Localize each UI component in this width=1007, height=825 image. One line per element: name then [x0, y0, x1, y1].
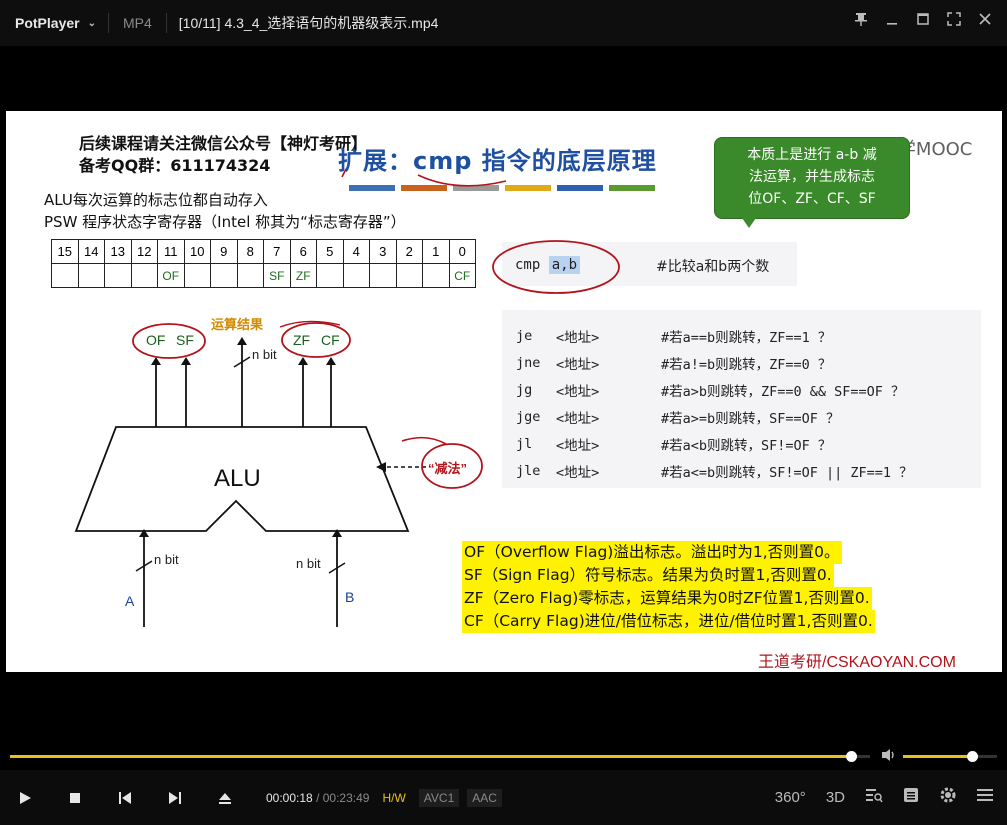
app-menu-button[interactable]: PotPlayer ⌄ [0, 15, 108, 31]
title-bar: PotPlayer ⌄ MP4 [10/11] 4.3_4_选择语句的机器级表示… [0, 0, 1007, 46]
volume-icon[interactable] [881, 748, 897, 766]
menu-icon[interactable] [977, 788, 993, 806]
volume-slider[interactable] [903, 751, 997, 762]
stop-icon [70, 792, 80, 803]
video-frame[interactable]: 后续课程请关注微信公众号【神灯考研】 备考QQ群：611174324 扩展：cm… [6, 111, 1002, 672]
time-separator: / [316, 790, 320, 805]
nbit-input-b-label: n bit [296, 556, 321, 571]
volume-handle[interactable] [966, 751, 978, 762]
flag-cf-label: CF [321, 332, 340, 348]
seek-area [0, 742, 1007, 770]
audio-codec-badge[interactable]: AAC [467, 788, 502, 807]
browse-icon[interactable] [865, 787, 883, 807]
flag-zf-label: ZF [293, 332, 311, 348]
seek-progress-fill [10, 755, 852, 758]
control-bar: 00:00:18 / 00:23:49 H/W AVC1 AAC 360° 3D [0, 770, 1007, 825]
next-button[interactable] [150, 778, 200, 818]
input-a-label: A [125, 593, 135, 609]
previous-button[interactable] [100, 778, 150, 818]
time-display: 00:00:18 / 00:23:49 [266, 791, 369, 805]
subtraction-label: “减法” [428, 461, 468, 476]
previous-icon [119, 791, 131, 804]
play-button[interactable] [0, 778, 50, 818]
hw-decode-badge[interactable]: H/W [377, 789, 410, 807]
window-title: [10/11] 4.3_4_选择语句的机器级表示.mp4 [178, 15, 439, 31]
app-name: PotPlayer [15, 15, 80, 31]
next-icon [169, 791, 181, 804]
current-time: 00:00:18 [266, 790, 313, 805]
seek-handle[interactable] [846, 751, 858, 762]
chevron-down-icon: ⌄ [87, 17, 96, 29]
stop-button[interactable] [50, 778, 100, 818]
video-codec-badge[interactable]: AVC1 [418, 788, 460, 807]
flag-definitions: OF（Overflow Flag)溢出标志。溢出时为1,否则置0。 SF（Sign… [462, 541, 875, 633]
play-icon [20, 791, 31, 804]
pin-icon[interactable] [853, 12, 869, 28]
3d-button[interactable]: 3D [826, 789, 845, 806]
flag-definition-line: ZF（Zero Flag)零标志，运算结果为0时ZF位置1,否则置0. [462, 587, 872, 610]
playlist-icon[interactable] [903, 787, 919, 807]
nbit-input-a-label: n bit [154, 552, 179, 567]
format-label: MP4 [123, 15, 152, 31]
fullscreen-icon[interactable] [946, 12, 962, 28]
total-time: 00:23:49 [322, 790, 370, 805]
flag-of-label: OF [146, 332, 166, 348]
flag-definition-line: CF（Carry Flag)进位/借位标志，进位/借位时置1,否则置0. [462, 610, 875, 633]
footer-brand: 王道考研/CSKAOYAN.COM [758, 654, 956, 671]
alu-label: ALU [214, 465, 261, 492]
seek-bar[interactable] [10, 751, 870, 762]
volume-fill [903, 755, 972, 758]
flag-definition-line: SF（Sign Flag）符号标志。结果为负时置1,否则置0. [462, 564, 834, 587]
flag-sf-label: SF [176, 332, 194, 348]
vr360-button[interactable]: 360° [775, 789, 806, 806]
close-icon[interactable] [977, 12, 993, 28]
input-b-label: B [345, 589, 355, 605]
minimize-icon[interactable] [884, 12, 900, 28]
flag-definition-line: OF（Overflow Flag)溢出标志。溢出时为1,否则置0。 [462, 541, 842, 564]
settings-gear-icon[interactable] [939, 786, 957, 808]
eject-button[interactable] [200, 778, 250, 818]
maximize-icon[interactable] [915, 12, 931, 28]
result-label: 运算结果 [211, 317, 264, 332]
nbit-output-label: n bit [252, 347, 277, 362]
eject-icon [219, 792, 231, 804]
